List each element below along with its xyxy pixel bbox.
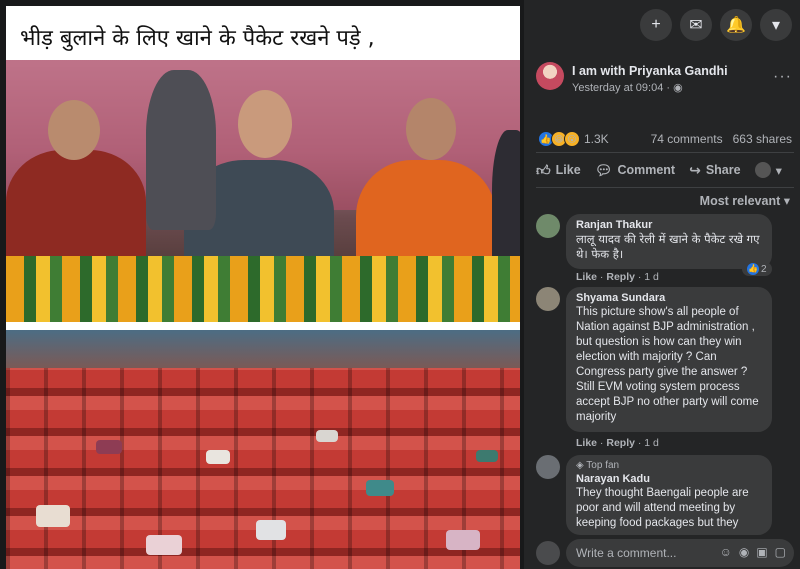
stage-photo (6, 60, 520, 322)
person-center-head (238, 90, 292, 158)
image-caption-bar: भीड़ बुलाने के लिए खाने के पैकेट रखने पड… (6, 6, 520, 60)
page-name[interactable]: I am with Priyanka Gandhi (572, 64, 728, 78)
comment-text: This picture show's all people of Nation… (576, 306, 759, 423)
comment-bubble: ◈ Top fan Narayan Kadu They thought Baen… (566, 455, 772, 535)
comment-composer: Write a comment... ☺ ◉ ▣ ▢ (536, 539, 794, 567)
comment-label: Comment (617, 163, 676, 177)
commenter-avatar[interactable] (536, 214, 560, 238)
share-arrow-icon: ↪ (689, 161, 701, 178)
food-packet (476, 450, 498, 462)
comment-bubble: Shyama Sundara This picture show's all p… (566, 287, 772, 432)
chevron-down-icon[interactable]: ▾ (760, 9, 792, 41)
wow-reaction-icon: 😮 (564, 131, 580, 147)
comment-time[interactable]: 1 d (644, 271, 659, 283)
like-label: Like (555, 163, 581, 177)
comment-item: Shyama Sundara This picture show's all p… (536, 287, 792, 452)
user-avatar-small (754, 162, 771, 178)
comment-bubble: Ranjan Thakur लालू यादव की रेली में खाने… (566, 214, 772, 269)
food-packet (36, 505, 70, 527)
comment-reaction-badge[interactable]: 👍 2 (742, 262, 772, 276)
commenter-avatar[interactable] (536, 287, 560, 311)
commenter-avatar[interactable] (536, 455, 560, 479)
food-packet (206, 450, 230, 464)
comments-count[interactable]: 74 comments (651, 132, 723, 146)
reaction-icons[interactable]: 👍 😆 😮 (538, 131, 580, 147)
collage-divider (6, 322, 520, 330)
comment-input[interactable]: Write a comment... ☺ ◉ ▣ ▢ (566, 539, 794, 567)
food-packet (96, 440, 122, 454)
like-reaction-icon: 👍 (747, 263, 759, 275)
share-label: Share (705, 163, 741, 177)
comment-text: लालू यादव की रेली में खाने के पैकेट रखे … (576, 232, 760, 261)
person-left-head (48, 100, 100, 160)
reactions-summary: 👍 😆 😮 1.3K 74 comments 663 shares (536, 131, 794, 149)
person-saffron-head (406, 98, 456, 160)
composer-icons: ☺ ◉ ▣ ▢ (720, 545, 786, 559)
top-fan-label: Top fan (586, 460, 620, 471)
comment-button[interactable]: 💬︎ Comment (595, 162, 675, 179)
screen: भीड़ बुलाने के लिए खाने के पैकेट रखने पड… (0, 0, 800, 569)
comment-meta: Like · Reply · 1 d (576, 437, 659, 449)
comment-item: ◈ Top fan Narayan Kadu They thought Baen… (536, 455, 792, 535)
commenter-name[interactable]: Narayan Kadu (576, 473, 762, 485)
comment-reply-link[interactable]: Reply (606, 271, 635, 283)
person-background (146, 70, 216, 230)
comment-time[interactable]: 1 d (644, 437, 659, 449)
flower-garland (6, 256, 520, 322)
camera-icon[interactable]: ◉ (739, 545, 749, 559)
messenger-icon[interactable]: ✉ (680, 9, 712, 41)
top-fan-badge: ◈ Top fan (576, 460, 620, 471)
top-navigation: + ✉ 🔔 ▾ (640, 9, 792, 41)
comment-bubble-icon: 💬︎ (594, 161, 613, 178)
food-packet (316, 430, 338, 442)
comment-like-link[interactable]: Like (576, 271, 597, 283)
emoji-icon[interactable]: ☺ (720, 545, 732, 559)
page-avatar[interactable] (536, 62, 564, 90)
chevron-down-icon: ▾ (775, 163, 782, 178)
image-caption-text: भीड़ बुलाने के लिए खाने के पैकेट रखने पड… (20, 26, 375, 51)
share-button[interactable]: ↪ Share (689, 162, 740, 179)
comment-text: They thought Baengali people are poor an… (576, 487, 749, 529)
shares-count[interactable]: 663 shares (733, 132, 792, 146)
more-options-icon[interactable]: ··· (773, 68, 792, 86)
post-image[interactable]: भीड़ बुलाने के लिए खाने के पैकेट रखने पड… (0, 0, 524, 569)
comment-like-count: 2 (761, 263, 767, 275)
comment-meta: Like · Reply · 1 d (576, 271, 659, 283)
post-sidebar: + ✉ 🔔 ▾ I am with Priyanka Gandhi Yester… (524, 0, 800, 569)
user-avatar[interactable] (536, 541, 560, 565)
reaction-count[interactable]: 1.3K (584, 132, 609, 146)
commenter-name[interactable]: Shyama Sundara (576, 292, 762, 304)
bell-icon[interactable]: 🔔 (720, 9, 752, 41)
comment-like-link[interactable]: Like (576, 437, 597, 449)
distant-crowd (6, 330, 520, 368)
post-header: I am with Priyanka Gandhi Yesterday at 0… (536, 62, 794, 98)
food-packet (446, 530, 480, 550)
sticker-icon[interactable]: ▢ (775, 545, 786, 559)
food-packet (146, 535, 182, 555)
empty-chairs-photo (6, 330, 520, 569)
audience-selector[interactable]: ▾ (754, 162, 782, 178)
like-button[interactable]: 👍︎ Like (536, 162, 581, 179)
commenter-name[interactable]: Ranjan Thakur (576, 219, 762, 231)
food-packet (256, 520, 286, 540)
food-packet (366, 480, 394, 496)
thumbs-up-icon: 👍︎ (536, 161, 551, 178)
comment-reply-link[interactable]: Reply (606, 437, 635, 449)
post-actions: 👍︎ Like 💬︎ Comment ↪ Share ▾ (536, 152, 794, 188)
post-timestamp[interactable]: Yesterday at 09:04 · ◉ (572, 81, 683, 94)
comment-share-counts: 74 comments 663 shares (651, 132, 792, 146)
comment-item: Ranjan Thakur लालू यादव की रेली में खाने… (536, 214, 792, 284)
comment-input-placeholder: Write a comment... (576, 546, 677, 560)
comment-sort-dropdown[interactable]: Most relevant ▾ (700, 193, 790, 208)
plus-icon[interactable]: + (640, 9, 672, 41)
gif-icon[interactable]: ▣ (756, 545, 767, 559)
